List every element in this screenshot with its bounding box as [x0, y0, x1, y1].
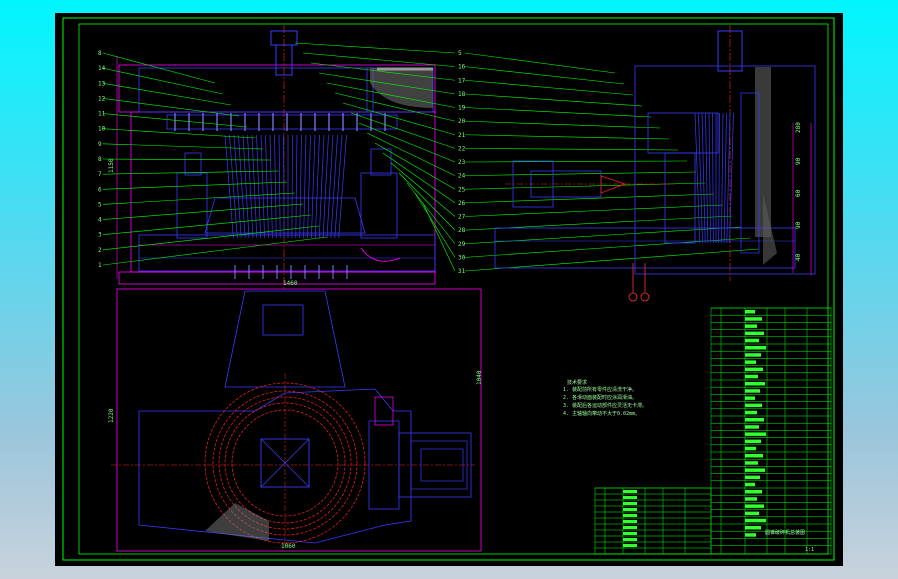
- notes-line-3: 3. 装配后各运动部件应灵活无卡滞。: [563, 402, 647, 409]
- cone-line: [251, 134, 258, 239]
- side-cone-line: [723, 112, 727, 244]
- cone-line: [303, 134, 307, 239]
- side-dim: 60: [795, 189, 802, 197]
- cone-line: [307, 134, 311, 239]
- part-number-left: 5: [98, 201, 102, 208]
- plan-dim-right: 1040: [476, 370, 483, 385]
- part-number-right: 30: [458, 254, 466, 261]
- title-block-sheet: 1:1: [805, 547, 814, 553]
- part-number-right: 29: [458, 241, 466, 248]
- part-number-left: 3: [98, 232, 102, 239]
- cone-line: [260, 134, 265, 239]
- part-number-right: 26: [458, 200, 466, 207]
- notes-line-1: 1. 装配前所有零件应清洗干净。: [563, 386, 637, 393]
- side-dim: 90: [795, 221, 802, 229]
- part-number-left: 14: [98, 65, 106, 72]
- cone-line: [274, 134, 277, 239]
- side-dim: 90: [795, 157, 802, 165]
- side-cone-line: [718, 112, 720, 244]
- notes-line-2: 2. 各滑动面装配时应涂润滑油。: [563, 394, 637, 401]
- cone-line: [269, 134, 273, 239]
- cone-line: [334, 134, 343, 239]
- part-number-right: 22: [458, 145, 466, 152]
- part-number-right: 5: [458, 50, 462, 57]
- part-number-left: 12: [98, 95, 106, 102]
- side-dim: 280: [795, 122, 802, 133]
- cone-line: [314, 134, 320, 239]
- technical-notes: 技术要求 1. 装配前所有零件应清洗干净。 2. 各滑动面装配时应涂润滑油。 3…: [563, 379, 647, 417]
- side-view: 280 90 60 90 40: [494, 25, 816, 302]
- part-number-right: 19: [458, 105, 466, 112]
- side-cone-line: [708, 112, 711, 244]
- cone-line: [233, 134, 242, 239]
- plan-dim-bottom: 1060: [281, 543, 296, 550]
- front-dim-width: 1460: [283, 280, 298, 287]
- part-number-left: 9: [98, 141, 102, 148]
- part-number-right: 16: [458, 64, 466, 71]
- cone-line: [295, 134, 298, 239]
- part-number-left: 4: [98, 217, 102, 224]
- cone-line: [283, 134, 285, 239]
- part-number-right: 27: [458, 214, 466, 221]
- cone-line: [256, 134, 262, 239]
- part-number-right: 25: [458, 186, 466, 193]
- side-cone-line: [712, 112, 714, 244]
- plan-dim-height: 1220: [108, 408, 115, 423]
- part-number-left: 6: [98, 186, 102, 193]
- side-cone-line: [705, 112, 709, 244]
- side-cone-line: [721, 112, 724, 244]
- title-block: 圆锥破碎机总装图 1:1: [765, 529, 814, 553]
- side-cone-line: [701, 112, 706, 244]
- plan-view: 1220 1040 1060: [108, 288, 483, 552]
- part-number-left: 8: [98, 156, 102, 163]
- cad-viewport[interactable]: 1150 1460 8 14 13 12 11 10 9 8 7 6 5 4 3 2 1 5 16 17 18 19…: [55, 13, 843, 566]
- part-number-right: 23: [458, 159, 466, 166]
- part-number-right: 31: [458, 268, 466, 275]
- notes-line-4: 4. 主轴轴向窜动不大于0.02mm。: [563, 410, 640, 417]
- part-number-right: 24: [458, 173, 466, 180]
- part-number-left: 13: [98, 80, 106, 87]
- side-cone-line: [726, 112, 731, 244]
- cone-line: [311, 134, 316, 239]
- part-numbers-left: 8 14 13 12 11 10 9 8 7 6 5 4 3 2 1: [98, 50, 106, 269]
- title-block-name: 圆锥破碎机总装图: [765, 529, 805, 536]
- cone-line: [338, 134, 347, 239]
- cone-line: [278, 134, 281, 239]
- part-number-left: 8: [98, 50, 102, 57]
- part-numbers-right: 5 16 17 18 19 20 21 22 23 24 25 26 27 28 29 30 31: [458, 50, 466, 275]
- side-dim: 40: [795, 253, 802, 261]
- part-number-left: 7: [98, 171, 102, 178]
- notes-title: 技术要求: [567, 379, 587, 386]
- part-number-right: 17: [458, 77, 466, 84]
- part-number-left: 11: [98, 111, 106, 118]
- parts-list: [594, 307, 832, 555]
- part-number-right: 20: [458, 118, 466, 125]
- front-view: 1150 1460: [108, 25, 436, 289]
- part-number-left: 10: [98, 126, 106, 133]
- cone-line: [265, 134, 269, 239]
- cone-line: [318, 134, 325, 239]
- part-number-left: 1: [98, 262, 102, 269]
- side-cone-line: [729, 112, 734, 244]
- cone-line: [291, 134, 293, 239]
- part-number-right: 28: [458, 227, 466, 234]
- part-number-left: 2: [98, 247, 102, 254]
- part-number-right: 21: [458, 132, 466, 139]
- cone-line: [299, 134, 302, 239]
- part-number-right: 18: [458, 91, 466, 98]
- assembly-drawing: 1150 1460 81413121110987654321 516171819…: [62, 17, 835, 561]
- front-dim-height: 1150: [108, 158, 115, 173]
